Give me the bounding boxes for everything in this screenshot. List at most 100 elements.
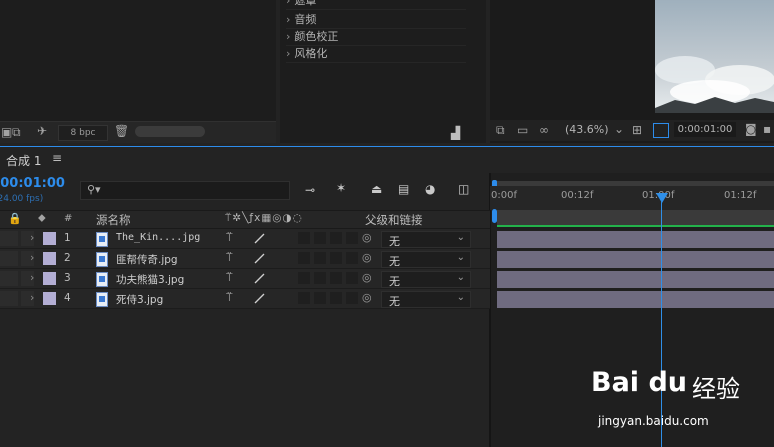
layer-row[interactable]: › 3 功夫熊猫3.jpg ⍡ ◎ 无 ⌄ — [0, 269, 490, 289]
visibility-toggle[interactable] — [0, 271, 18, 286]
chevron-right-icon[interactable]: › — [30, 231, 34, 244]
chevron-down-icon: ⌄ — [456, 252, 465, 263]
snapshot-camera-icon[interactable]: ◙ — [745, 122, 757, 136]
layer-duration-bar[interactable] — [497, 251, 774, 268]
label-color-swatch[interactable] — [43, 272, 56, 285]
chevron-right-icon: › — [286, 0, 291, 7]
parent-select[interactable]: 无 ⌄ — [381, 231, 471, 248]
layer-duration-bar[interactable] — [497, 271, 774, 288]
frame-blending-icon[interactable]: ▤ — [398, 182, 409, 196]
adjust-switch-box[interactable] — [330, 232, 342, 244]
chevron-right-icon[interactable]: › — [30, 271, 34, 284]
always-preview-icon[interactable]: ⧉ — [496, 123, 505, 138]
effect-switch-box[interactable] — [298, 232, 310, 244]
layer-row[interactable]: › 2 匪帮传奇.jpg ⍡ ◎ 无 ⌄ — [0, 249, 490, 269]
trash-icon[interactable]: 🗑 — [114, 124, 129, 138]
render-rocket-icon[interactable]: ✈ — [37, 124, 47, 138]
parent-select[interactable]: 无 ⌄ — [381, 271, 471, 288]
label-color-swatch[interactable] — [43, 232, 56, 245]
layer-name[interactable]: The_Kin....jpg — [116, 232, 200, 243]
chevron-right-icon[interactable]: › — [30, 251, 34, 264]
effects-category-masks[interactable]: › 遮罩 — [286, 0, 466, 10]
shy-switch-icon[interactable]: ⍡ — [226, 271, 233, 285]
label-color-swatch[interactable] — [43, 252, 56, 265]
layer-name[interactable]: 死侍3.jpg — [116, 292, 163, 307]
effect-switch-box[interactable] — [298, 272, 310, 284]
parent-select[interactable]: 无 ⌄ — [381, 251, 471, 268]
flowchart-icon[interactable]: ▣ — [1, 125, 12, 139]
effect-switch-box[interactable] — [298, 252, 310, 264]
composition-preview-image — [655, 0, 774, 113]
current-time-display[interactable]: 0:00:01:00 — [0, 176, 65, 191]
toggle-transparency-grid-icon[interactable] — [653, 123, 669, 138]
graph-editor-icon[interactable]: ◫ — [458, 182, 469, 196]
visibility-toggle[interactable] — [0, 291, 18, 306]
source-name-header[interactable]: 源名称 — [96, 212, 131, 228]
adjust-switch-box[interactable] — [330, 292, 342, 304]
3d-switch-box[interactable] — [346, 292, 358, 304]
pick-whip-icon[interactable]: ◎ — [362, 231, 372, 244]
layer-row[interactable]: › 1 The_Kin....jpg ⍡ ◎ 无 ⌄ — [0, 229, 490, 249]
new-preset-icon[interactable]: ▟ — [451, 126, 460, 140]
viewer-timecode[interactable]: 0:00:01:00 — [674, 122, 736, 137]
project-scrollbar[interactable] — [135, 126, 205, 137]
chevron-right-icon[interactable]: › — [30, 291, 34, 304]
title-safe-icon[interactable]: ⊞ — [632, 123, 642, 137]
effect-switch-box[interactable] — [298, 292, 310, 304]
quality-switch-icon[interactable] — [254, 273, 265, 284]
adjust-switch-box[interactable] — [330, 272, 342, 284]
layer-duration-bar[interactable] — [497, 231, 774, 248]
quality-switch-icon[interactable] — [254, 253, 265, 264]
composition-mini-flowchart-icon[interactable]: ⊸ — [305, 183, 315, 197]
pick-whip-icon[interactable]: ◎ — [362, 271, 372, 284]
current-time-indicator-head[interactable] — [656, 193, 668, 203]
zoom-chevron-down-icon[interactable]: ⌄ — [614, 122, 624, 136]
pick-whip-icon[interactable]: ◎ — [362, 291, 372, 304]
shy-switch-icon[interactable]: ⍡ — [226, 231, 233, 245]
image-file-icon — [96, 252, 108, 267]
layer-row[interactable]: › 4 死侍3.jpg ⍡ ◎ 无 ⌄ — [0, 289, 490, 309]
show-snapshot-icon[interactable]: ▪ — [763, 122, 771, 136]
visibility-toggle[interactable] — [0, 251, 18, 266]
label-color-swatch[interactable] — [43, 292, 56, 305]
layer-search-field[interactable]: ⚲▾ — [80, 181, 290, 200]
layer-name[interactable]: 匪帮传奇.jpg — [116, 252, 178, 267]
layer-name[interactable]: 功夫熊猫3.jpg — [116, 272, 184, 287]
baidu-jingyan-watermark: Bai du 经验 jingyan.baidu.com — [588, 355, 774, 435]
parent-link-header[interactable]: 父级和链接 — [365, 212, 423, 228]
effects-category-stylize[interactable]: › 风格化 — [286, 45, 466, 63]
3d-switch-box[interactable] — [346, 232, 358, 244]
effects-category-audio[interactable]: › 音频 — [286, 11, 466, 29]
layer-duration-bar[interactable] — [497, 291, 774, 308]
timeline-tab-composition[interactable]: 合成 1 — [6, 152, 41, 169]
visibility-toggle[interactable] — [0, 231, 18, 246]
shy-layers-icon[interactable]: ⏏ — [371, 182, 382, 196]
parent-select[interactable]: 无 ⌄ — [381, 291, 471, 308]
3d-switch-box[interactable] — [346, 272, 358, 284]
new-composition-icon[interactable]: ⧉ — [12, 125, 21, 140]
bit-depth-button[interactable]: 8 bpc — [58, 125, 108, 141]
quality-switch-icon[interactable] — [254, 233, 265, 244]
3d-switch-box[interactable] — [346, 252, 358, 264]
chevron-right-icon: › — [286, 47, 291, 60]
time-ruler[interactable]: 0:00f 00:12f 01:00f 01:12f — [490, 186, 774, 210]
adjust-switch-box[interactable] — [330, 252, 342, 264]
panel-menu-icon[interactable]: ≡ — [52, 151, 62, 165]
shy-switch-icon[interactable]: ⍡ — [226, 291, 233, 305]
lock-column-icon: 🔒 — [8, 212, 22, 225]
composition-navigator[interactable] — [497, 210, 774, 225]
blend-switch-box[interactable] — [314, 272, 326, 284]
pick-whip-icon[interactable]: ◎ — [362, 251, 372, 264]
chevron-down-icon: ⌄ — [456, 232, 465, 243]
blend-switch-box[interactable] — [314, 292, 326, 304]
draft-3d-icon[interactable]: ✶ — [336, 181, 346, 195]
effects-category-color-correction[interactable]: › 颜色校正 — [286, 28, 466, 46]
motion-blur-icon[interactable]: ◕ — [425, 182, 435, 196]
monitor-icon[interactable]: ▭ — [517, 123, 528, 137]
shy-switch-icon[interactable]: ⍡ — [226, 251, 233, 265]
blend-switch-box[interactable] — [314, 232, 326, 244]
zoom-select[interactable]: (43.6%) — [565, 123, 609, 136]
quality-switch-icon[interactable] — [254, 293, 265, 304]
blend-switch-box[interactable] — [314, 252, 326, 264]
mask-visibility-icon[interactable]: ∞ — [539, 123, 549, 137]
